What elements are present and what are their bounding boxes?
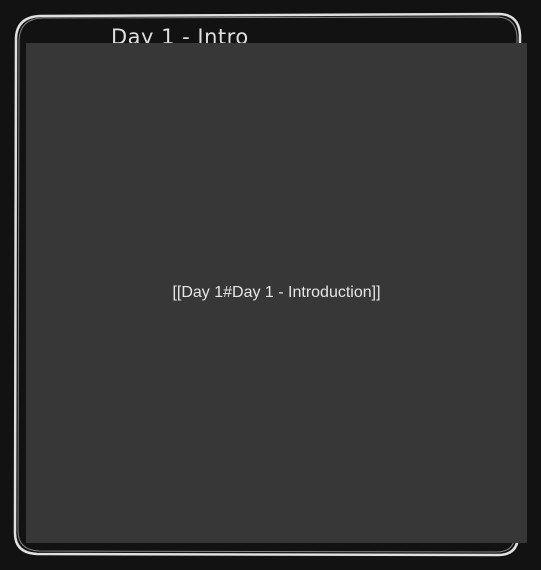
whiteboard-canvas: Day 1 - Intro [[Day 1#Day 1 - Introducti… (0, 0, 541, 570)
embedded-note-link[interactable]: [[Day 1#Day 1 - Introduction]] (172, 284, 380, 302)
embedded-note-card[interactable]: [[Day 1#Day 1 - Introduction]] (26, 43, 527, 543)
